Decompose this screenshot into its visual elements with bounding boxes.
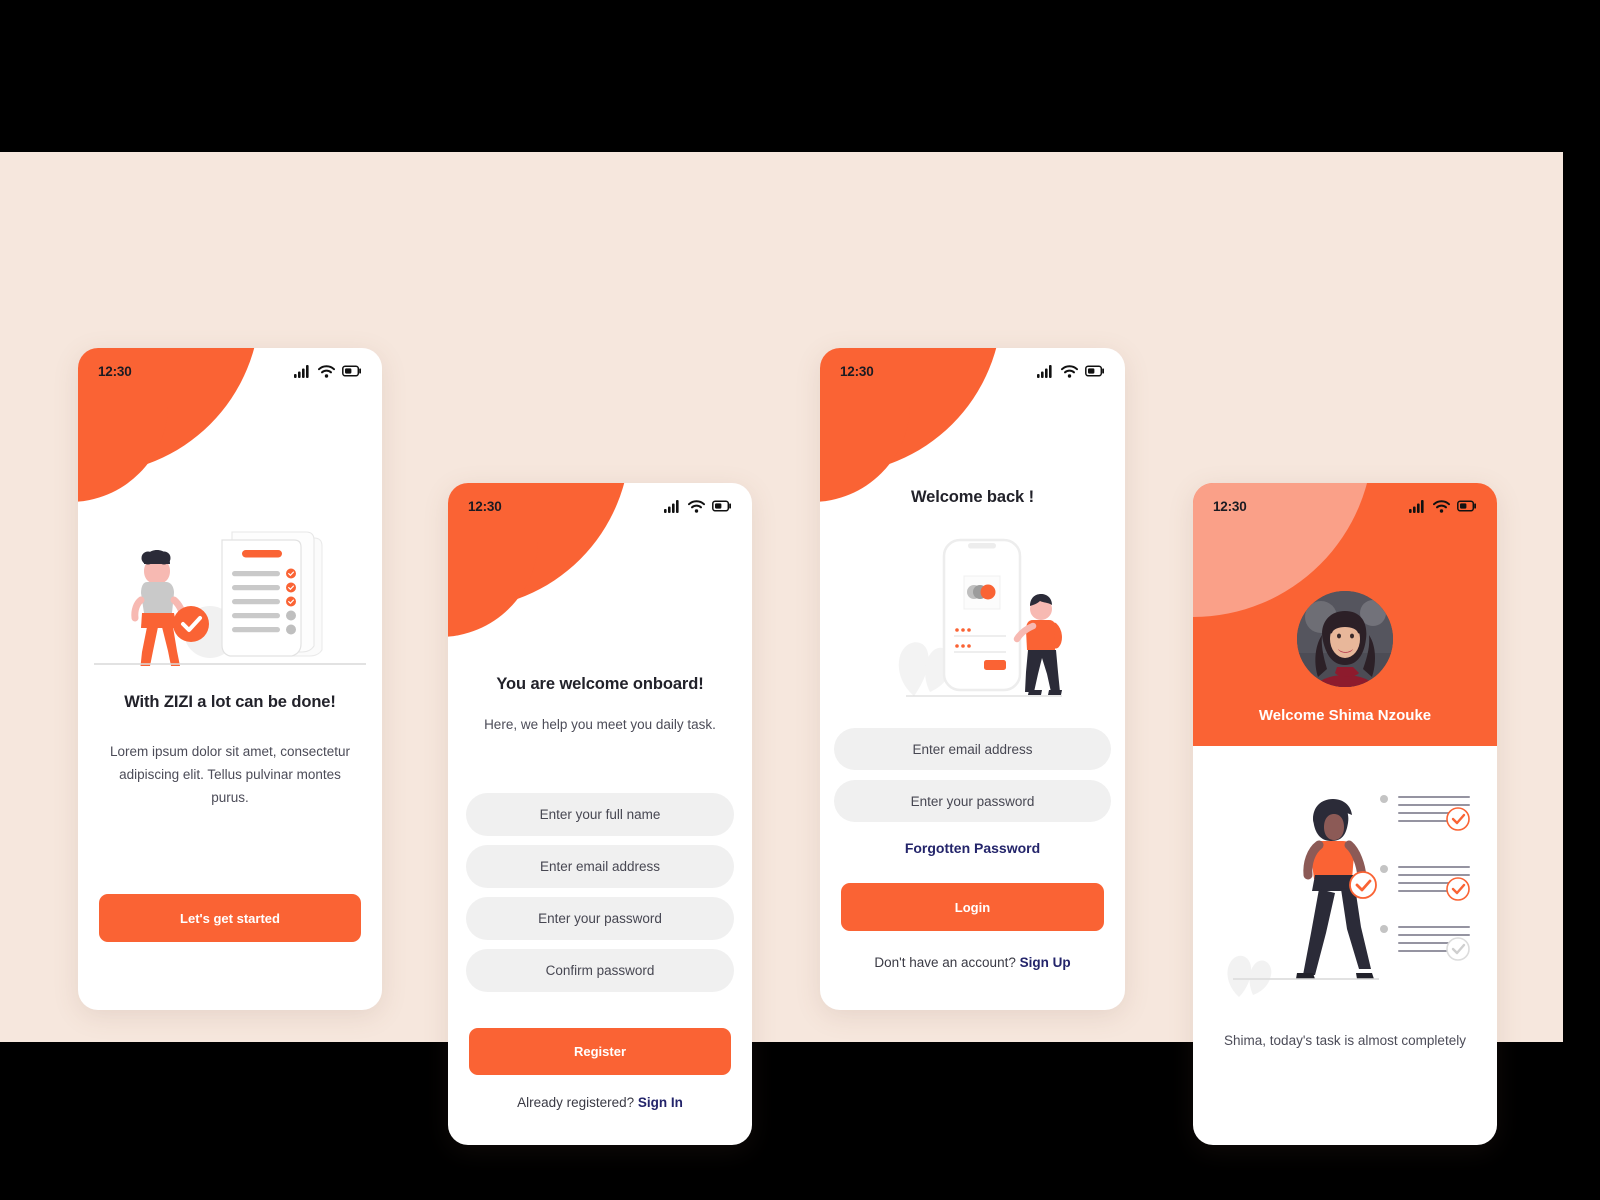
status-time: 12:30 [98,363,132,379]
status-time: 12:30 [840,363,874,379]
password-input[interactable]: Enter your password [466,897,734,940]
email-input[interactable]: Enter email address [466,845,734,888]
forgotten-password-link[interactable]: Forgotten Password [820,840,1125,856]
phone-screen-login: 12:30 Welcome back ! Enter email address… [820,348,1125,1010]
confirm-password-input[interactable]: Confirm password [466,949,734,992]
mockup-canvas: 12:30 With ZIZI a lot can be done! Lorem… [0,152,1563,1145]
blob-small-shape [448,539,538,637]
signal-icon [294,364,309,378]
screenshot-stage: 12:30 With ZIZI a lot can be done! Lorem… [0,0,1600,1200]
wifi-icon [318,364,335,378]
status-bar: 12:30 [448,483,752,529]
page-title: Welcome back ! [910,488,1034,506]
status-icon-group [1037,364,1105,378]
page-description: Lorem ipsum dolor sit amet, consectetur … [109,744,351,806]
welcome-title: Welcome Shima Nzouke [1258,707,1432,724]
signup-prompt: Don't have an account? Sign Up [820,955,1125,970]
blob-small-shape [78,404,168,502]
status-bar: 12:30 [78,348,382,394]
get-started-button[interactable]: Let's get started [99,894,361,942]
phone-screen-onboarding: 12:30 With ZIZI a lot can be done! Lorem… [78,348,382,1010]
status-icon-group [664,499,732,513]
status-time: 12:30 [468,498,502,514]
avatar-photo [1297,591,1393,687]
page-title: With ZIZI a lot can be done! [124,693,336,711]
signal-icon [1409,499,1424,513]
avatar[interactable] [1297,591,1393,687]
login-form: Enter email address Enter your password [834,728,1111,822]
email-input[interactable]: Enter email address [834,728,1111,770]
status-bar: 12:30 [820,348,1125,394]
phone-screen-register: 12:30 You are welcome onboard! Here, we … [448,483,752,1145]
status-time: 12:30 [1213,498,1247,514]
status-bar: 12:30 [1193,483,1497,529]
page-title: You are welcome onboard! [496,675,704,693]
wifi-icon [688,499,705,513]
signup-prompt-text: Don't have an account? [874,955,1020,970]
signal-icon [1037,364,1052,378]
page-subtitle: Here, we help you meet you daily task. [484,717,716,732]
signup-link[interactable]: Sign Up [1020,955,1071,970]
signal-icon [664,499,679,513]
signin-prompt: Already registered? Sign In [448,1095,752,1110]
woman-walking-tasklist-illustration [1227,795,1470,997]
phone-screen-home: 12:30 Welcome Shima Nzouke Shima, today'… [1193,483,1497,1145]
battery-icon [1085,365,1104,377]
wifi-icon [1433,499,1450,513]
task-summary-text: Shima, today's task is almost completely [1224,1033,1466,1048]
signin-link[interactable]: Sign In [638,1095,683,1110]
wifi-icon [1061,364,1078,378]
battery-icon [1457,500,1476,512]
status-icon-group [294,364,362,378]
phone-login-illustration [898,538,1062,697]
status-icon-group [1409,499,1477,513]
register-form: Enter your full name Enter email address… [466,793,734,992]
woman-with-checklist-illustration [94,531,366,666]
battery-icon [712,500,731,512]
password-input[interactable]: Enter your password [834,780,1111,822]
full-name-input[interactable]: Enter your full name [466,793,734,836]
login-button[interactable]: Login [841,883,1104,931]
signin-prompt-text: Already registered? [517,1095,638,1110]
register-button[interactable]: Register [469,1028,731,1075]
battery-icon [342,365,361,377]
